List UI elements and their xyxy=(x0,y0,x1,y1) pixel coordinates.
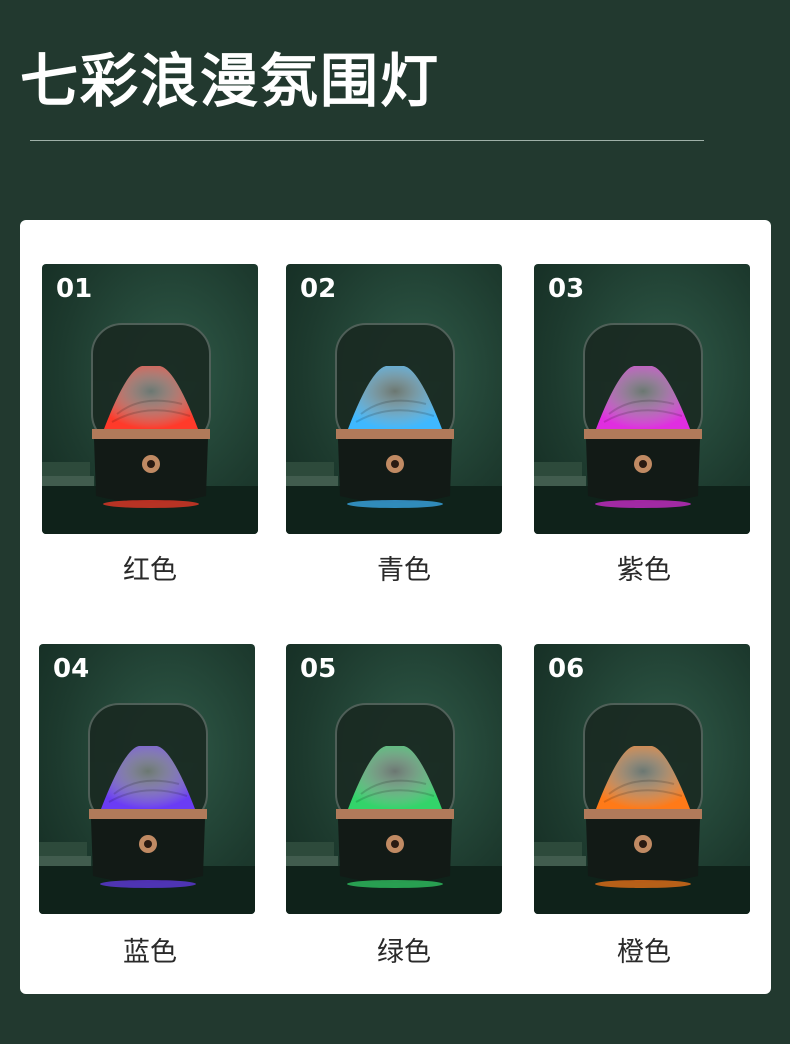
color-card-04[interactable]: 04 xyxy=(39,644,255,914)
card-number: 01 xyxy=(56,274,93,304)
color-card-05[interactable]: 05 xyxy=(286,644,502,914)
title-divider xyxy=(30,140,704,141)
lamp-illustration xyxy=(286,323,502,534)
color-name-label: 青色 xyxy=(377,555,431,586)
card-number: 02 xyxy=(300,274,337,304)
card-number: 04 xyxy=(53,654,90,684)
color-card-03[interactable]: 03 xyxy=(534,264,750,534)
color-name-label: 橙色 xyxy=(617,937,671,968)
color-name-label: 蓝色 xyxy=(123,937,177,968)
color-card-02[interactable]: 02 xyxy=(286,264,502,534)
card-number: 05 xyxy=(300,654,337,684)
color-name-label: 红色 xyxy=(123,555,177,586)
page-title: 七彩浪漫氛围灯 xyxy=(20,47,441,115)
color-card-01[interactable]: 01 xyxy=(42,264,258,534)
color-card-06[interactable]: 06 xyxy=(534,644,750,914)
color-name-label: 紫色 xyxy=(617,555,671,586)
card-number: 06 xyxy=(548,654,585,684)
lamp-illustration xyxy=(286,703,502,914)
lamp-illustration xyxy=(534,323,750,534)
lamp-illustration xyxy=(534,703,750,914)
color-name-label: 绿色 xyxy=(377,937,431,968)
card-number: 03 xyxy=(548,274,585,304)
lamp-illustration xyxy=(39,703,255,914)
lamp-illustration xyxy=(42,323,258,534)
